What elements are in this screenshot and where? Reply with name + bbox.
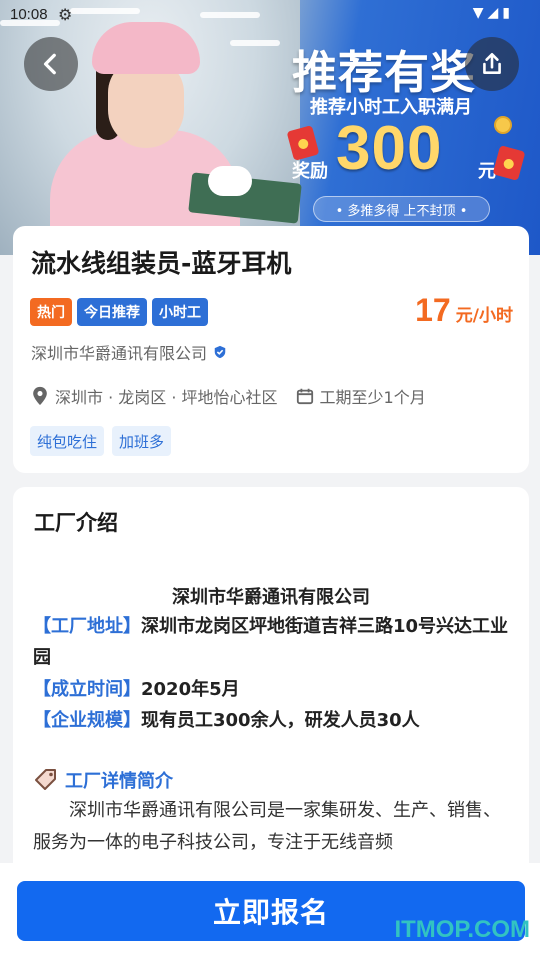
banner-title: 推荐有奖 <box>292 46 477 99</box>
scale-label: 【企业规模】 <box>33 710 141 731</box>
tag-hourly: 小时工 <box>152 298 208 326</box>
tag-label-icon <box>35 769 56 790</box>
red-envelope-icon <box>492 145 526 181</box>
founded-label: 【成立时间】 <box>33 679 141 700</box>
founded-value: 2020年5月 <box>141 679 240 700</box>
salary: 17 元/小时 <box>415 292 513 329</box>
share-button[interactable] <box>465 37 519 91</box>
coin-icon <box>494 116 512 134</box>
factory-detail-text: 深圳市华爵通讯有限公司是一家集研发、生产、销售、服务为一体的电子科技公司，专注于… <box>33 800 501 853</box>
job-duration: 工期至少1个月 <box>319 388 426 407</box>
scale-value: 现有员工300余人，研发人员30人 <box>141 710 420 731</box>
banner-reward-amount: 300 <box>336 114 443 183</box>
site-watermark: ITMOP.COM <box>394 916 530 943</box>
factory-intro-card: 工厂介绍 深圳市华爵通讯有限公司 【工厂地址】深圳市龙岗区坪地街道吉祥三路10号… <box>13 487 529 887</box>
factory-company-name: 深圳市华爵通讯有限公司 <box>172 587 370 608</box>
status-time: 10:08 <box>10 6 48 23</box>
job-location: 深圳市 · 龙岗区 · 坪地怡心社区 <box>55 388 278 407</box>
job-perks: 纯包吃住 加班多 <box>30 426 172 456</box>
banner-reward-label: 奖励 <box>292 161 328 182</box>
location-row: 深圳市 · 龙岗区 · 坪地怡心社区 工期至少1个月 <box>31 384 426 408</box>
tag-hot: 热门 <box>30 298 72 326</box>
factory-founded: 【成立时间】2020年5月 <box>33 674 513 705</box>
verified-badge-icon <box>214 345 226 359</box>
job-info-card: 流水线组装员-蓝牙耳机 热门 今日推荐 小时工 17 元/小时 深圳市华爵通讯有… <box>13 226 529 473</box>
salary-value: 17 <box>415 292 451 328</box>
salary-unit: 元/小时 <box>455 306 513 326</box>
company-name: 深圳市华爵通讯有限公司 <box>31 344 208 363</box>
job-tags: 热门 今日推荐 小时工 <box>30 298 208 326</box>
bottom-action-bar: 立即报名 <box>0 863 540 960</box>
factory-detail-heading: 工厂详情简介 <box>33 767 173 793</box>
job-title: 流水线组装员-蓝牙耳机 <box>31 249 292 278</box>
status-bar: 10:08 ⚙ ▼◢▮ <box>0 0 540 32</box>
calendar-icon <box>296 388 313 405</box>
location-pin-icon <box>33 386 47 406</box>
perk-overtime: 加班多 <box>112 426 172 456</box>
company-name-row[interactable]: 深圳市华爵通讯有限公司 <box>31 340 227 364</box>
detail-heading-text: 工厂详情简介 <box>65 771 173 792</box>
banner-pill: • 多推多得 上不封顶 • <box>313 196 490 222</box>
perk-room-board: 纯包吃住 <box>30 426 105 456</box>
status-icons: ▼◢▮ <box>472 5 514 21</box>
recommend-reward-banner[interactable]: 推荐有奖 推荐小时工入职满月 奖励 300 元 • 多推多得 上不封顶 • <box>0 0 540 255</box>
factory-intro-heading: 工厂介绍 <box>34 511 118 535</box>
factory-scale: 【企业规模】现有员工300余人，研发人员30人 <box>33 705 513 736</box>
share-icon <box>483 52 501 74</box>
back-button[interactable] <box>24 37 78 91</box>
address-label: 【工厂地址】 <box>33 616 141 637</box>
gear-icon: ⚙ <box>58 5 73 24</box>
factory-address: 【工厂地址】深圳市龙岗区坪地街道吉祥三路10号兴达工业园 <box>33 611 513 673</box>
tag-today-recommend: 今日推荐 <box>77 298 147 326</box>
back-arrow-icon <box>43 53 56 75</box>
